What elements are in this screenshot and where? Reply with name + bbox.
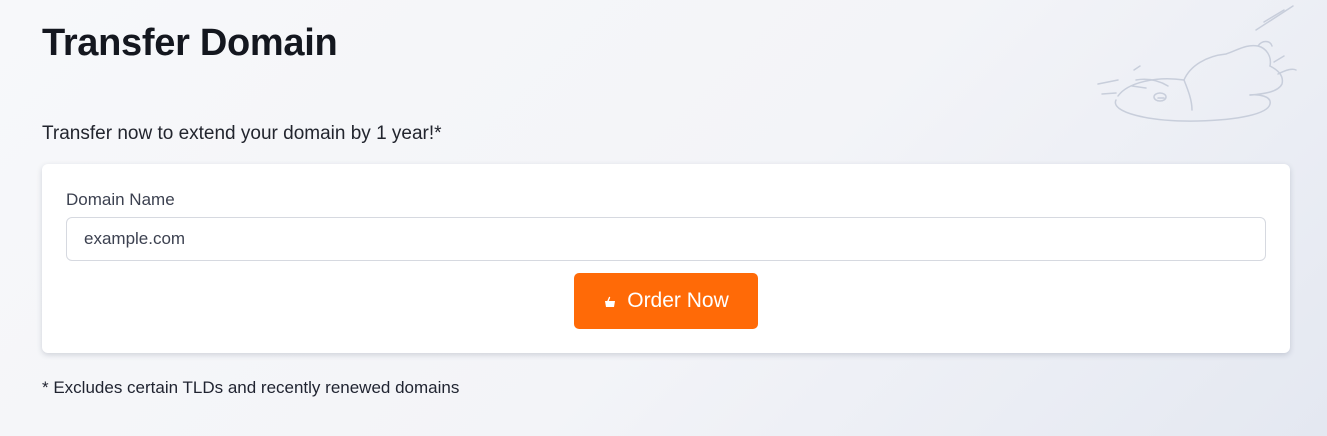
cart-icon (603, 296, 617, 310)
page-subtitle: Transfer now to extend your domain by 1 … (42, 123, 442, 144)
decorative-illustration (1097, 5, 1297, 122)
domain-name-label: Domain Name (66, 190, 175, 209)
page-title: Transfer Domain (42, 22, 338, 64)
domain-name-input[interactable] (66, 217, 1266, 261)
order-now-label: Order Now (627, 289, 729, 312)
footnote: * Excludes certain TLDs and recently ren… (42, 378, 460, 397)
order-now-button[interactable]: Order Now (574, 273, 758, 329)
transfer-form-card: Domain Name Order Now (42, 164, 1290, 353)
